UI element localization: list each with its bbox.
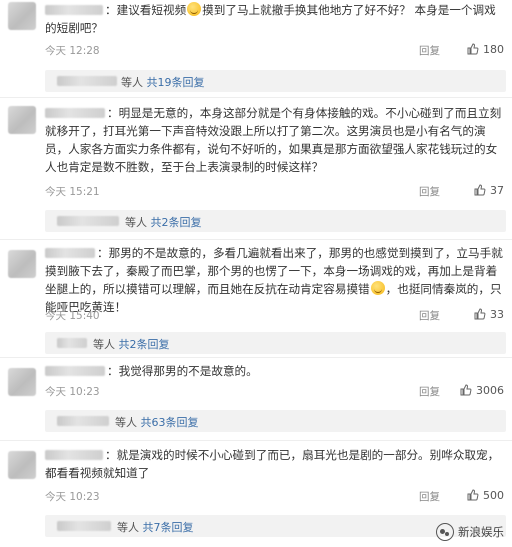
comment-meta: 今天 15:21 回复 37 bbox=[45, 184, 504, 200]
username[interactable] bbox=[45, 248, 95, 258]
timestamp: 今天 15:40 bbox=[45, 310, 100, 322]
reply-button[interactable]: 回复 bbox=[419, 43, 440, 58]
view-replies-link[interactable]: 共2条回复 bbox=[119, 338, 170, 351]
divider bbox=[0, 357, 512, 358]
comment-meta: 今天 12:28 回复 180 bbox=[45, 43, 504, 59]
comment-body: ：就是演戏的时候不小心碰到了而已，扇耳光也是剧的一部分。别哗众取宠，都看看视频就… bbox=[45, 446, 504, 482]
thumbs-up-icon bbox=[467, 43, 479, 55]
comment-meta: 今天 10:23 回复 3006 bbox=[45, 384, 504, 400]
reply-button[interactable]: 回复 bbox=[419, 489, 440, 504]
avatar[interactable] bbox=[8, 2, 36, 30]
like-button[interactable]: 33 bbox=[474, 308, 504, 321]
view-replies-link[interactable]: 共63条回复 bbox=[141, 416, 199, 429]
comment-body: ：明显是无意的，本身这部分就是个有身体接触的戏。不小心碰到了而且立刻就移开了，打… bbox=[45, 104, 504, 176]
comment-body: ：我觉得那男的不是故意的。 bbox=[45, 362, 504, 380]
replies-summary[interactable]: 等人 共2条回复 bbox=[45, 332, 506, 354]
thumbs-up-icon bbox=[460, 384, 472, 396]
timestamp: 今天 10:23 bbox=[45, 491, 100, 503]
watermark: 新浪娱乐 bbox=[436, 523, 504, 541]
reply-username[interactable] bbox=[57, 216, 119, 226]
wechat-logo-icon bbox=[436, 523, 454, 541]
watermark-text: 新浪娱乐 bbox=[458, 525, 504, 539]
divider bbox=[0, 97, 512, 98]
comment-text: ：建议看短视频 bbox=[105, 3, 187, 17]
username[interactable] bbox=[45, 450, 103, 460]
avatar[interactable] bbox=[8, 250, 36, 278]
comment-meta: 今天 10:23 回复 500 bbox=[45, 489, 504, 505]
reply-people-label: 等人 bbox=[117, 521, 143, 534]
username[interactable] bbox=[45, 366, 105, 376]
like-count: 180 bbox=[483, 43, 504, 56]
divider bbox=[0, 239, 512, 240]
divider bbox=[0, 440, 512, 441]
like-button[interactable]: 37 bbox=[474, 184, 504, 197]
comment-text: ：我觉得那男的不是故意的。 bbox=[107, 364, 258, 378]
like-count: 500 bbox=[483, 489, 504, 502]
reply-username[interactable] bbox=[57, 521, 111, 531]
replies-summary[interactable]: 等人 共19条回复 bbox=[45, 70, 506, 92]
timestamp: 今天 12:28 bbox=[45, 45, 100, 57]
thumbs-up-icon bbox=[474, 308, 486, 320]
like-button[interactable]: 3006 bbox=[460, 384, 504, 397]
like-button[interactable]: 180 bbox=[467, 43, 504, 56]
reply-username[interactable] bbox=[57, 76, 117, 86]
smile-emoji-icon bbox=[370, 281, 385, 295]
thumbs-up-icon bbox=[474, 184, 486, 196]
like-button[interactable]: 500 bbox=[467, 489, 504, 502]
replies-summary[interactable]: 等人 共63条回复 bbox=[45, 410, 506, 432]
comment-text: ：就是演戏的时候不小心碰到了而已，扇耳光也是剧的一部分。别哗众取宠，都看看视频就… bbox=[45, 448, 500, 480]
reply-button[interactable]: 回复 bbox=[419, 384, 440, 399]
reply-username[interactable] bbox=[57, 338, 87, 348]
comment-text: ：明显是无意的，本身这部分就是个有身体接触的戏。不小心碰到了而且立刻就移开了，打… bbox=[45, 106, 502, 174]
avatar[interactable] bbox=[8, 368, 36, 396]
reply-people-label: 等人 bbox=[115, 416, 141, 429]
comment-meta: 今天 15:40 回复 33 bbox=[45, 308, 504, 324]
timestamp: 今天 15:21 bbox=[45, 186, 100, 198]
reply-people-label: 等人 bbox=[121, 76, 147, 89]
timestamp: 今天 10:23 bbox=[45, 386, 100, 398]
reply-people-label: 等人 bbox=[93, 338, 119, 351]
username[interactable] bbox=[45, 5, 103, 15]
like-count: 3006 bbox=[476, 384, 504, 397]
replies-summary[interactable]: 等人 共2条回复 bbox=[45, 210, 506, 232]
comment-body: ：那男的不是故意的，多看几遍就看出来了，那男的也感觉到摸到了，立马手就摸到腋下去… bbox=[45, 244, 504, 316]
comment-body: ：建议看短视频 摸到了马上就撤手换其他地方了好不好？ 本身是一个调戏的短剧吧？ bbox=[45, 1, 504, 37]
smile-emoji-icon bbox=[187, 2, 202, 16]
reply-button[interactable]: 回复 bbox=[419, 308, 440, 323]
view-replies-link[interactable]: 共7条回复 bbox=[143, 521, 194, 534]
view-replies-link[interactable]: 共19条回复 bbox=[147, 76, 205, 89]
view-replies-link[interactable]: 共2条回复 bbox=[151, 216, 202, 229]
username[interactable] bbox=[45, 108, 105, 118]
reply-button[interactable]: 回复 bbox=[419, 184, 440, 199]
avatar[interactable] bbox=[8, 106, 36, 134]
reply-people-label: 等人 bbox=[125, 216, 151, 229]
like-count: 33 bbox=[490, 308, 504, 321]
reply-username[interactable] bbox=[57, 416, 109, 426]
like-count: 37 bbox=[490, 184, 504, 197]
thumbs-up-icon bbox=[467, 489, 479, 501]
avatar[interactable] bbox=[8, 451, 36, 479]
